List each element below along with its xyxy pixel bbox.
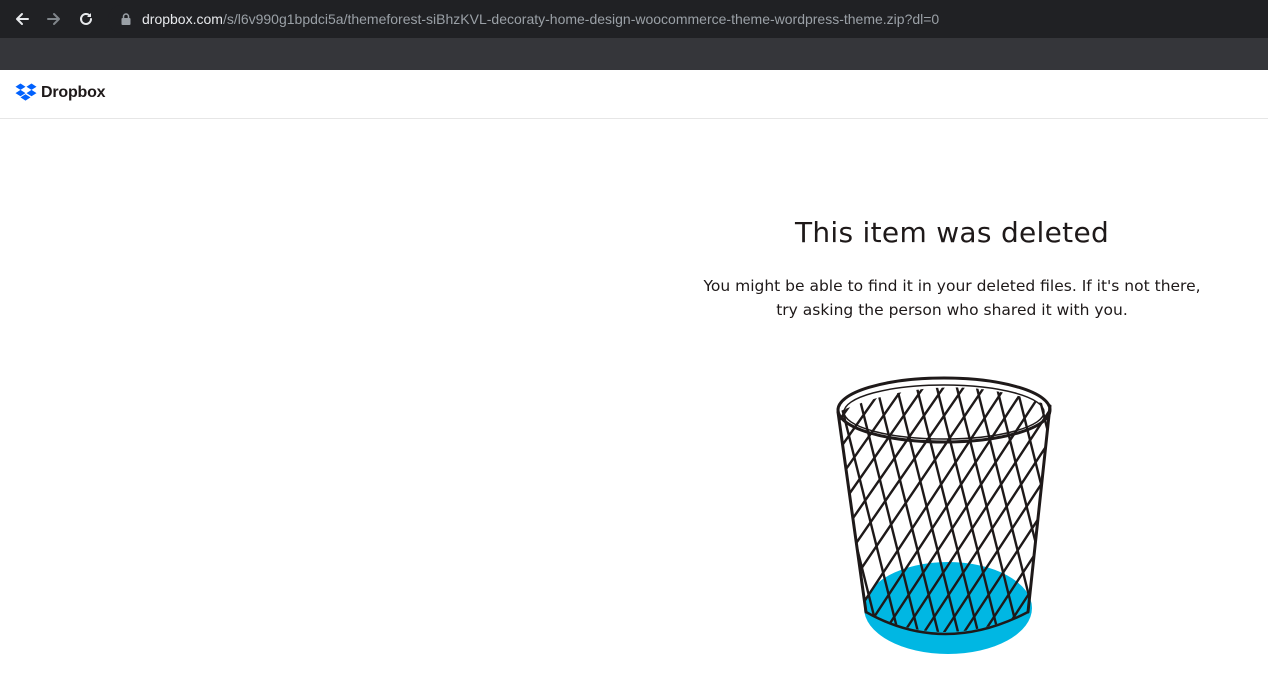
reload-button[interactable] bbox=[76, 9, 96, 29]
trash-basket-icon bbox=[828, 372, 1060, 662]
url-text: dropbox.com/s/l6v990g1bpdci5a/themefores… bbox=[142, 11, 939, 27]
back-button[interactable] bbox=[12, 9, 32, 29]
url-path: /s/l6v990g1bpdci5a/themeforest-siBhzKVL-… bbox=[222, 11, 940, 27]
page-message: You might be able to find it in your del… bbox=[700, 274, 1204, 322]
reload-icon bbox=[80, 12, 92, 25]
forward-arrow-icon bbox=[47, 13, 60, 25]
back-arrow-icon bbox=[16, 13, 29, 25]
browser-toolbar: dropbox.com/s/l6v990g1bpdci5a/themefores… bbox=[0, 0, 1268, 38]
basket-water bbox=[864, 562, 1032, 654]
message-line-2: try asking the person who shared it with… bbox=[776, 301, 1128, 319]
logo-text: Dropbox bbox=[41, 84, 106, 101]
site-header: Dropbox bbox=[0, 70, 1268, 119]
forward-button[interactable] bbox=[44, 9, 64, 29]
address-bar[interactable]: dropbox.com/s/l6v990g1bpdci5a/themefores… bbox=[108, 5, 1268, 33]
bookmark-strip bbox=[0, 38, 1268, 70]
main-content: This item was deleted You might be able … bbox=[700, 210, 1204, 322]
dropbox-box-icon bbox=[15, 83, 37, 101]
url-host: dropbox.com bbox=[142, 11, 223, 27]
browser-window-chrome: dropbox.com/s/l6v990g1bpdci5a/themefores… bbox=[0, 0, 1268, 70]
lock-icon bbox=[120, 12, 132, 26]
page-title: This item was deleted bbox=[794, 216, 1110, 249]
dropbox-logo[interactable]: Dropbox bbox=[15, 83, 106, 103]
message-line-1: You might be able to find it in your del… bbox=[703, 277, 1201, 295]
